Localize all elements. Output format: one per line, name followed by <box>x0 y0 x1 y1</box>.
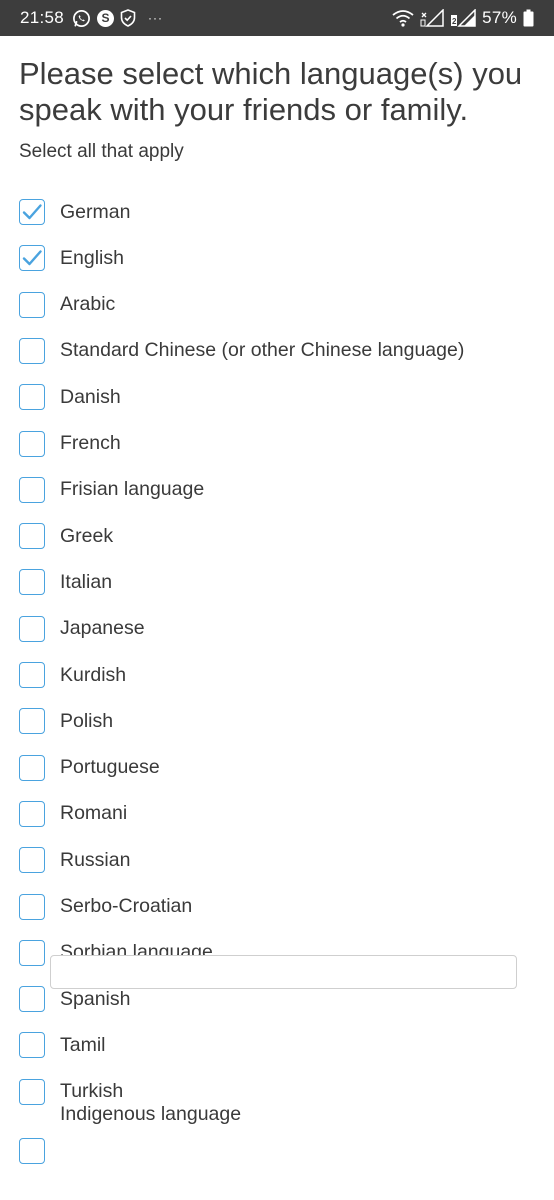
option-romani[interactable]: Romani <box>19 798 127 830</box>
checkbox-english[interactable] <box>19 245 45 272</box>
checkbox-romani[interactable] <box>19 800 45 827</box>
checkbox-other[interactable] <box>19 1138 45 1164</box>
checkbox-greek[interactable] <box>19 523 45 550</box>
checkbox-russian[interactable] <box>19 847 45 874</box>
option-serbo-croatian[interactable]: Serbo-Croatian <box>19 891 192 923</box>
checkbox-french[interactable] <box>19 430 45 457</box>
option-danish[interactable]: Danish <box>19 381 121 413</box>
question-instruction: Select all that apply <box>19 141 184 162</box>
checkbox-arabic[interactable] <box>19 291 45 318</box>
checkbox-turkish[interactable] <box>19 1078 45 1105</box>
checkbox-serbo-croatian[interactable] <box>19 893 45 920</box>
checkbox-standard-chinese-or-other-chinese-language[interactable] <box>19 337 45 364</box>
other-option-label: Indigenous language <box>60 1103 242 1125</box>
option-japanese[interactable]: Japanese <box>19 613 145 645</box>
option-standard-chinese-or-other-chinese-language[interactable]: Standard Chinese (or other Chinese langu… <box>19 335 464 367</box>
signal-icon-1 <box>420 9 444 27</box>
option-portuguese[interactable]: Portuguese <box>19 752 160 784</box>
battery-percent: 57% <box>482 8 517 27</box>
checkbox-german[interactable] <box>19 199 45 225</box>
checkmark-icon <box>22 204 42 220</box>
skype-icon: S <box>97 9 115 27</box>
option-label: Serbo-Croatian <box>60 895 193 917</box>
checkbox-polish[interactable] <box>19 708 45 735</box>
option-tamil[interactable]: Tamil <box>19 1029 106 1061</box>
option-arabic[interactable]: Arabic <box>19 289 115 321</box>
option-label: Polish <box>60 709 114 732</box>
option-label: Greek <box>60 524 114 547</box>
option-russian[interactable]: Russian <box>19 844 130 876</box>
question-title: Please select which language(s) you spea… <box>19 56 523 127</box>
option-polish[interactable]: Polish <box>19 705 113 737</box>
battery-icon <box>523 9 534 27</box>
checkmark-icon <box>22 250 42 266</box>
more-dots-icon: ··· <box>148 11 164 25</box>
status-bar: 21:58 S ··· 2 57% <box>0 0 554 36</box>
shield-icon <box>120 9 136 27</box>
option-label: English <box>60 246 124 269</box>
checkbox-kurdish[interactable] <box>19 662 45 688</box>
signal-icon-2: 2 <box>450 9 476 27</box>
question-header: Please select which language(s) you spea… <box>19 36 539 163</box>
option-label: Romani <box>60 802 128 825</box>
option-label: Spanish <box>60 987 131 1010</box>
checkbox-sorbian-language[interactable] <box>19 939 45 966</box>
checkbox-tamil[interactable] <box>19 1032 45 1059</box>
option-other[interactable] <box>19 1135 45 1167</box>
option-german[interactable]: German <box>19 196 130 228</box>
other-language-input[interactable] <box>50 955 517 989</box>
option-label: German <box>60 200 131 223</box>
status-time: 21:58 <box>20 8 65 27</box>
option-label: Japanese <box>60 617 145 640</box>
svg-text:2: 2 <box>452 17 457 26</box>
checkbox-spanish[interactable] <box>19 986 45 1013</box>
option-label: Tamil <box>60 1033 106 1056</box>
option-label: Italian <box>60 570 113 593</box>
checkbox-italian[interactable] <box>19 569 45 596</box>
option-label: Turkish <box>60 1080 124 1103</box>
checkbox-japanese[interactable] <box>19 615 45 642</box>
option-english[interactable]: English <box>19 242 124 274</box>
option-italian[interactable]: Italian <box>19 566 112 598</box>
option-label: Frisian language <box>60 478 205 501</box>
option-kurdish[interactable]: Kurdish <box>19 659 126 691</box>
option-label: Danish <box>60 385 121 408</box>
checkbox-portuguese[interactable] <box>19 754 45 781</box>
option-label: French <box>60 432 121 454</box>
whatsapp-icon <box>72 9 91 28</box>
option-french[interactable]: French <box>19 428 121 460</box>
status-left: 21:58 S ··· <box>20 8 163 28</box>
option-label: Standard Chinese (or other Chinese langu… <box>60 339 465 362</box>
option-label: Arabic <box>60 293 116 316</box>
option-frisian-language[interactable]: Frisian language <box>19 474 204 506</box>
checkbox-frisian-language[interactable] <box>19 476 45 503</box>
wifi-icon <box>392 9 414 27</box>
option-label: Russian <box>60 848 131 871</box>
option-label: Portuguese <box>60 756 160 779</box>
option-greek[interactable]: Greek <box>19 520 113 552</box>
status-right: 2 57% <box>392 8 534 28</box>
checkbox-danish[interactable] <box>19 384 45 411</box>
option-label: Kurdish <box>60 663 127 686</box>
